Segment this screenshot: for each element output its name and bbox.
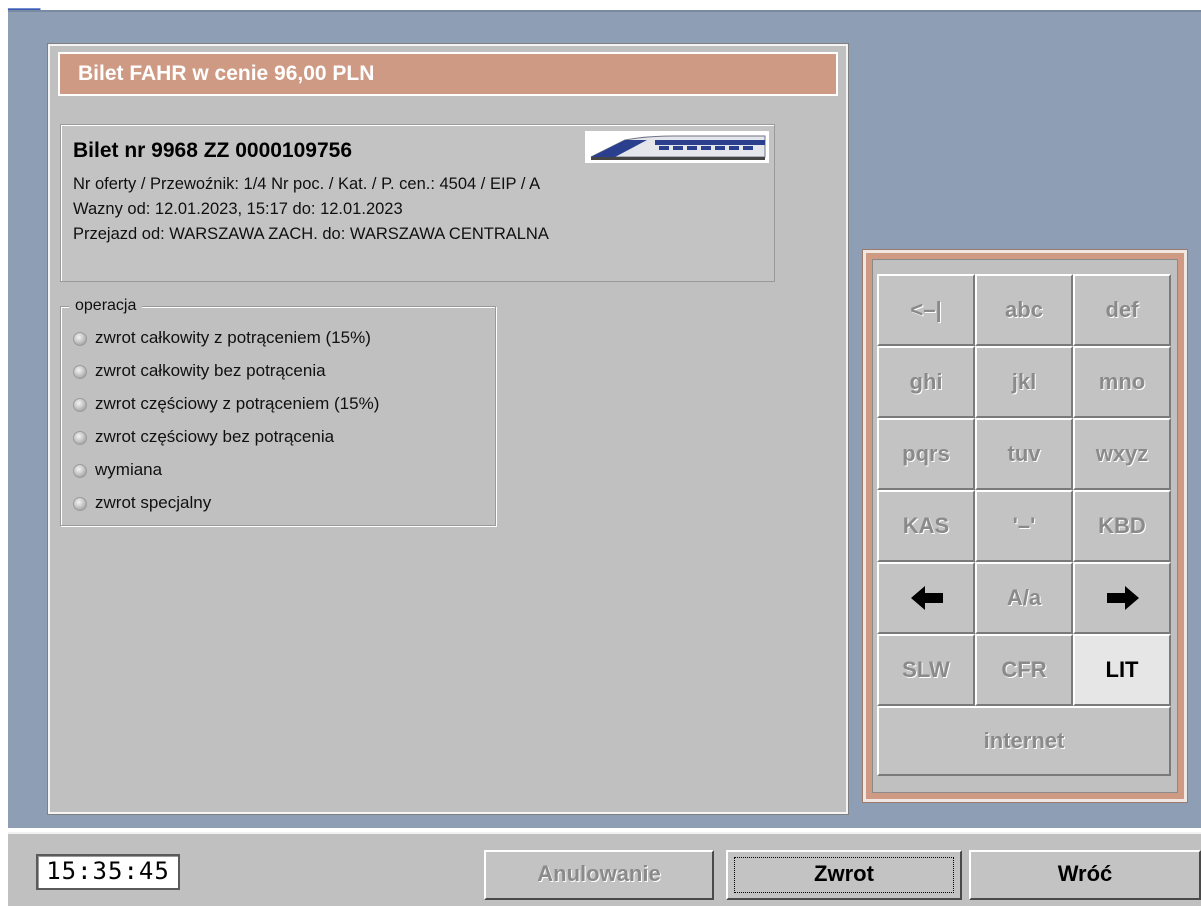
dialog-title: Bilet FAHR w cenie 96,00 PLN <box>78 62 375 85</box>
key-dash[interactable]: '–' <box>975 490 1073 562</box>
key-arrow-right[interactable] <box>1073 562 1171 634</box>
radio-partial-refund-with-fee[interactable]: zwrot częściowy z potrąceniem (15%) <box>71 393 491 417</box>
key-wxyz[interactable]: wxyz <box>1073 418 1171 490</box>
radio-button-icon[interactable] <box>73 431 87 445</box>
radio-label: zwrot całkowity bez potrącenia <box>95 361 326 380</box>
key-mno[interactable]: mno <box>1073 346 1171 418</box>
ticket-route-line: Przejazd od: WARSZAWA ZACH. do: WARSZAWA… <box>73 225 549 243</box>
ticket-info-box: Bilet nr 9968 ZZ 0000109756 Nr oferty / … <box>60 124 775 282</box>
train-icon <box>585 131 769 163</box>
key-ghi[interactable]: ghi <box>877 346 975 418</box>
radio-label: zwrot częściowy bez potrącenia <box>95 427 335 446</box>
key-cfr[interactable]: CFR <box>975 634 1073 706</box>
radio-label: zwrot częściowy z potrąceniem (15%) <box>95 394 380 413</box>
arrow-left-icon <box>911 586 943 610</box>
radio-button-icon[interactable] <box>73 497 87 511</box>
keypad-frame: <–| abc def ghi jkl mno pqrs tuv wxyz KA… <box>862 249 1188 803</box>
key-case-toggle[interactable]: A/a <box>975 562 1073 634</box>
radio-special-refund[interactable]: zwrot specjalny <box>71 492 491 516</box>
bottom-panel: 15:35:45 Anulowanie Zwrot Wróć <box>8 832 1201 906</box>
radio-button-icon[interactable] <box>73 332 87 346</box>
cancel-button[interactable]: Anulowanie <box>484 850 714 900</box>
key-lit[interactable]: LIT <box>1073 634 1171 706</box>
radio-button-icon[interactable] <box>73 365 87 379</box>
operation-group: operacja zwrot całkowity z potrąceniem (… <box>60 297 496 526</box>
operation-legend: operacja <box>69 297 143 315</box>
desktop: ▁▁▁ Bilet FAHR w cenie 96,00 PLN Bilet n… <box>0 0 1201 906</box>
key-tuv[interactable]: tuv <box>975 418 1073 490</box>
key-internet[interactable]: internet <box>877 706 1171 776</box>
key-arrow-left[interactable] <box>877 562 975 634</box>
clock: 15:35:45 <box>36 854 180 890</box>
key-jkl[interactable]: jkl <box>975 346 1073 418</box>
key-kas[interactable]: KAS <box>877 490 975 562</box>
keypad: <–| abc def ghi jkl mno pqrs tuv wxyz KA… <box>872 259 1178 793</box>
arrow-right-icon <box>1107 586 1139 610</box>
radio-label: wymiana <box>95 460 163 479</box>
key-abc[interactable]: abc <box>975 274 1073 346</box>
top-mark: ▁▁▁ <box>8 0 41 10</box>
key-kbd[interactable]: KBD <box>1073 490 1171 562</box>
back-button[interactable]: Wróć <box>969 850 1201 900</box>
dialog-title-bar: Bilet FAHR w cenie 96,00 PLN <box>58 52 838 96</box>
ticket-dialog: Bilet FAHR w cenie 96,00 PLN Bilet nr 99… <box>47 43 849 815</box>
radio-label: zwrot specjalny <box>95 493 212 512</box>
radio-button-icon[interactable] <box>73 398 87 412</box>
radio-full-refund-with-fee[interactable]: zwrot całkowity z potrąceniem (15%) <box>71 327 491 351</box>
top-strip: ▁▁▁ <box>0 0 1201 10</box>
key-pqrs[interactable]: pqrs <box>877 418 975 490</box>
radio-label: zwrot całkowity z potrąceniem (15%) <box>95 328 371 347</box>
bottom-bar: 15:35:45 Anulowanie Zwrot Wróć <box>0 830 1201 906</box>
ticket-number: Bilet nr 9968 ZZ 0000109756 <box>73 139 353 162</box>
radio-full-refund-no-fee[interactable]: zwrot całkowity bez potrącenia <box>71 360 491 384</box>
radio-button-icon[interactable] <box>73 464 87 478</box>
key-backspace[interactable]: <–| <box>877 274 975 346</box>
refund-button[interactable]: Zwrot <box>726 850 962 900</box>
ticket-validity-line: Wazny od: 12.01.2023, 15:17 do: 12.01.20… <box>73 200 403 218</box>
radio-partial-refund-no-fee[interactable]: zwrot częściowy bez potrącenia <box>71 426 491 450</box>
radio-exchange[interactable]: wymiana <box>71 459 491 483</box>
key-slw[interactable]: SLW <box>877 634 975 706</box>
ticket-offer-line: Nr oferty / Przewoźnik: 1/4 Nr poc. / Ka… <box>73 175 541 193</box>
key-def[interactable]: def <box>1073 274 1171 346</box>
focus-ring <box>734 857 954 893</box>
